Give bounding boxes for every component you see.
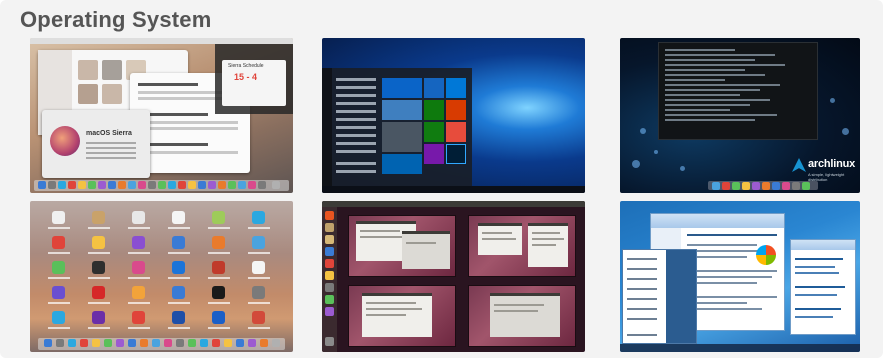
launchpad-app-icon[interactable]: [252, 261, 265, 274]
launchpad-app-label: [248, 302, 270, 304]
launchpad-app-icon[interactable]: [52, 261, 65, 274]
windows-7-screenshot[interactable]: [620, 201, 860, 352]
launchpad-app-label: [48, 227, 70, 229]
launchpad-app-icon[interactable]: [212, 261, 225, 274]
launchpad-app-label: [48, 277, 70, 279]
launchpad-app-icon[interactable]: [172, 211, 185, 224]
launchpad-app-icon[interactable]: [172, 311, 185, 324]
macos-logo-icon: [50, 126, 80, 156]
launchpad-app-label: [88, 252, 110, 254]
launchpad-app-icon[interactable]: [132, 311, 145, 324]
launchpad-app-label: [208, 252, 230, 254]
launchpad-app-icon[interactable]: [252, 286, 265, 299]
weather-tile: [382, 100, 422, 120]
arch-logo-text: archlinux: [808, 158, 856, 170]
arch-logo-icon: [792, 158, 806, 172]
launchpad-app-icon[interactable]: [252, 311, 265, 324]
launchpad-app-label: [168, 252, 190, 254]
dock: [38, 338, 285, 350]
launchpad-app-icon[interactable]: [52, 236, 65, 249]
launchpad-app-label: [48, 302, 70, 304]
terminal-window: [658, 42, 818, 140]
launchpad-app-label: [248, 252, 270, 254]
store-tile: [446, 78, 466, 98]
launchpad-app-icon[interactable]: [212, 211, 225, 224]
edge-tile: [382, 154, 422, 174]
launchpad-app-label: [248, 327, 270, 329]
launchpad-app-icon[interactable]: [172, 286, 185, 299]
launchpad-app-icon[interactable]: [212, 236, 225, 249]
launchpad-app-icon[interactable]: [212, 311, 225, 324]
ubuntu-unity-screenshot[interactable]: [322, 201, 585, 352]
launchpad-app-label: [208, 277, 230, 279]
launchpad-app-icon[interactable]: [92, 261, 105, 274]
launchpad-app-icon[interactable]: [212, 286, 225, 299]
launchpad-app-label: [128, 252, 150, 254]
calendar-widget: Sierra Schedule 15 - 4: [222, 60, 286, 106]
launchpad-app-icon[interactable]: [92, 286, 105, 299]
onenote-tile: [424, 144, 444, 164]
launchpad-app-label: [208, 227, 230, 229]
arch-linux-screenshot[interactable]: archlinux A simple, lightweight distribu…: [620, 38, 860, 193]
news-tile: [446, 100, 466, 120]
launchpad-app-label: [168, 302, 190, 304]
top-panel: [322, 201, 585, 207]
launchpad-app-label: [128, 302, 150, 304]
dock: [34, 180, 289, 191]
photos-tile: [424, 100, 444, 120]
launchpad-app-label: [248, 277, 270, 279]
dock: [708, 181, 818, 190]
launchpad-app-label: [128, 327, 150, 329]
launchpad-app-icon[interactable]: [52, 286, 65, 299]
section-title: Operating System: [20, 7, 212, 32]
macos-version-text: macOS Sierra: [86, 130, 132, 137]
launchpad-app-icon[interactable]: [52, 311, 65, 324]
about-this-mac-window: macOS Sierra: [42, 110, 150, 178]
launchpad-app-label: [128, 227, 150, 229]
launchpad-app-icon[interactable]: [52, 211, 65, 224]
launchpad-app-icon[interactable]: [172, 261, 185, 274]
launchpad-app-label: [168, 327, 190, 329]
launchpad-app-label: [208, 327, 230, 329]
launchpad-app-label: [168, 277, 190, 279]
launchpad-app-icon[interactable]: [252, 211, 265, 224]
launchpad-app-label: [88, 302, 110, 304]
taskbar: [322, 186, 585, 193]
help-window: [790, 239, 856, 335]
launchpad-app-label: [88, 227, 110, 229]
launchpad-app-label: [48, 252, 70, 254]
start-menu: [622, 249, 697, 344]
launchpad-app-label: [88, 277, 110, 279]
mail-tile: [382, 78, 422, 98]
launchpad-app-icon[interactable]: [172, 236, 185, 249]
taskbar: [620, 344, 860, 352]
launchpad-app-icon[interactable]: [132, 286, 145, 299]
launchpad-app-icon[interactable]: [92, 236, 105, 249]
photoshop-tile: [446, 144, 466, 164]
xbox-tile: [424, 122, 444, 142]
windows-10-screenshot[interactable]: [322, 38, 585, 193]
macos-launchpad-screenshot[interactable]: [30, 201, 293, 352]
macos-sierra-screenshot[interactable]: macOS Sierra Sierra Schedule 15 - 4: [30, 38, 293, 193]
launchpad-app-icon[interactable]: [92, 311, 105, 324]
windows-logo-icon: [756, 245, 776, 265]
launchpad-app-icon[interactable]: [132, 211, 145, 224]
launchpad-app-label: [88, 327, 110, 329]
launchpad-app-label: [48, 327, 70, 329]
office-tile: [446, 122, 466, 142]
launchpad-app-label: [208, 302, 230, 304]
unity-launcher: [322, 207, 337, 352]
launchpad-app-icon[interactable]: [132, 261, 145, 274]
launchpad-app-icon[interactable]: [132, 236, 145, 249]
launchpad-app-label: [128, 277, 150, 279]
launchpad-app-icon[interactable]: [92, 211, 105, 224]
launchpad-app-label: [168, 227, 190, 229]
launchpad-app-label: [248, 227, 270, 229]
people-tile: [382, 122, 422, 152]
launchpad-app-icon[interactable]: [252, 236, 265, 249]
calendar-tile: [424, 78, 444, 98]
operating-system-panel: Operating System macOS Sierra Sierra Sch…: [0, 0, 883, 358]
